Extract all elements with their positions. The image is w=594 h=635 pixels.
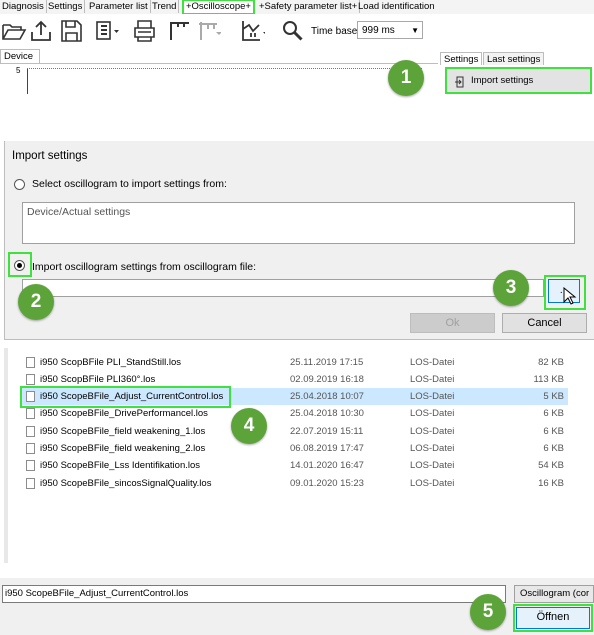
step-badge-5: 5 [470, 594, 506, 630]
trigger-menu-icon[interactable] [239, 18, 269, 44]
file-icon [26, 478, 35, 489]
list-item[interactable]: i950 ScopeBFile_DrivePerformancel.los 25… [20, 405, 568, 422]
file-icon [26, 374, 35, 385]
option1-label: Select oscillogram to import settings fr… [32, 178, 227, 190]
device-settings-box[interactable]: Device/Actual settings [22, 202, 575, 244]
step-badge-1: 1 [388, 60, 424, 96]
toolbar [0, 14, 594, 48]
ruler-label: 5 [16, 66, 21, 75]
file-icon [26, 443, 35, 454]
file-size: 113 KB [533, 374, 564, 385]
copy-menu-icon[interactable] [95, 18, 121, 44]
cursor-icon[interactable] [167, 18, 193, 44]
file-type: LOS-Datei [410, 443, 455, 454]
file-type: LOS-Datei [410, 478, 455, 489]
file-size: 6 KB [543, 426, 564, 437]
save-icon[interactable] [59, 18, 85, 44]
file-date: 06.08.2019 17:47 [290, 443, 364, 454]
timebase-select[interactable]: 999 ms ▼ [357, 21, 423, 39]
print-icon[interactable] [132, 18, 158, 44]
upload-icon[interactable] [29, 18, 55, 44]
chevron-down-icon: ▼ [411, 26, 419, 35]
radio-import-from-file[interactable] [14, 260, 25, 271]
file-name: i950 ScopeBFile_field weakening_2.los [40, 443, 206, 454]
tab-oscilloscope[interactable]: +Oscilloscope+ [182, 0, 255, 15]
file-size: 16 KB [538, 478, 564, 489]
file-size: 6 KB [543, 443, 564, 454]
tab-safety-parameter-list[interactable]: +Safety parameter list+ [257, 0, 361, 13]
file-type: LOS-Datei [410, 374, 455, 385]
tab-last-settings[interactable]: Last settings [483, 52, 545, 66]
file-name: i950 ScopeBFile_Lss Identifikation.los [40, 460, 201, 471]
file-type: LOS-Datei [410, 426, 455, 437]
file-date: 14.01.2020 16:47 [290, 460, 364, 471]
list-item[interactable]: i950 ScopeBFile_field weakening_2.los 06… [20, 440, 568, 457]
list-item[interactable]: i950 ScopeBFile_field weakening_1.los 22… [20, 423, 568, 440]
tab-side-settings[interactable]: Settings [440, 52, 483, 66]
radio-select-oscillogram[interactable] [14, 179, 25, 190]
file-size: 54 KB [538, 460, 564, 471]
list-item[interactable]: i950 ScopeBFile_Lss Identifikation.los 1… [20, 457, 568, 474]
timebase-value: 999 ms [362, 25, 395, 36]
step-badge-4: 4 [231, 408, 267, 444]
scrollbar[interactable] [4, 348, 8, 563]
file-type: LOS-Datei [410, 357, 455, 368]
tab-parameter-list[interactable]: Parameter list [87, 0, 151, 13]
option2-label: Import oscillogram settings from oscillo… [32, 261, 257, 273]
import-icon [454, 74, 466, 88]
step-badge-3: 3 [493, 270, 529, 306]
tab-trend[interactable]: Trend [150, 0, 180, 13]
file-icon [26, 408, 35, 419]
file-name: i950 ScopeBFile_field weakening_1.los [40, 426, 206, 437]
file-name: i950 ScopeBFile_DrivePerformancel.los [40, 408, 208, 419]
file-date: 22.07.2019 15:11 [290, 426, 364, 437]
file-date: 25.11.2019 17:15 [290, 357, 364, 368]
ok-button[interactable]: Ok [410, 313, 495, 333]
file-size: 5 KB [543, 391, 564, 402]
file-type: LOS-Datei [410, 408, 455, 419]
file-name: i950 ScopBFile PLI_StandStill.los [40, 357, 181, 368]
file-size: 82 KB [538, 357, 564, 368]
file-icon [26, 426, 35, 437]
dialog-title: Import settings [12, 150, 88, 162]
file-date: 02.09.2019 16:18 [290, 374, 364, 385]
zoom-icon[interactable] [280, 18, 306, 44]
open-button[interactable]: Öffnen [516, 607, 590, 629]
file-size: 6 KB [543, 408, 564, 419]
file-type: LOS-Datei [410, 391, 455, 402]
cancel-button[interactable]: Cancel [502, 313, 587, 333]
list-item[interactable]: i950 ScopeBFile_sincosSignalQuality.los … [20, 475, 568, 492]
filename-input[interactable]: i950 ScopeBFile_Adjust_CurrentControl.lo… [2, 585, 506, 603]
tab-diagnosis[interactable]: Diagnosis [0, 0, 47, 13]
open-folder-icon[interactable] [1, 18, 27, 44]
file-type-filter[interactable]: Oscillogram (cor [514, 585, 594, 603]
file-icon [26, 357, 35, 368]
device-tab[interactable]: Device [0, 49, 40, 63]
file-icon [26, 460, 35, 471]
ruler-ticks [27, 68, 422, 73]
main-tab-bar: Diagnosis Settings Parameter list Trend … [0, 0, 594, 15]
file-path-input[interactable] [22, 279, 544, 297]
list-item[interactable]: i950 ScopBFile PLI_StandStill.los 25.11.… [20, 354, 568, 371]
file-date: 25.04.2018 10:30 [290, 408, 364, 419]
import-settings-label: Import settings [471, 75, 534, 86]
step-badge-2: 2 [18, 284, 54, 320]
mouse-pointer-icon [563, 286, 577, 308]
file-name: i950 ScopeBFile_sincosSignalQuality.los [40, 478, 212, 489]
file-date: 09.01.2020 15:23 [290, 478, 364, 489]
timebase-label: Time base: [311, 26, 361, 37]
cursor-disabled-icon [195, 18, 222, 44]
device-settings-value: Device/Actual settings [27, 206, 131, 218]
import-settings-button[interactable]: Import settings [445, 67, 592, 94]
tab-load-identification[interactable]: Load identification [356, 0, 437, 13]
file-type: LOS-Datei [410, 460, 455, 471]
tab-settings[interactable]: Settings [46, 0, 86, 13]
file-date: 25.04.2018 10:07 [290, 391, 364, 402]
